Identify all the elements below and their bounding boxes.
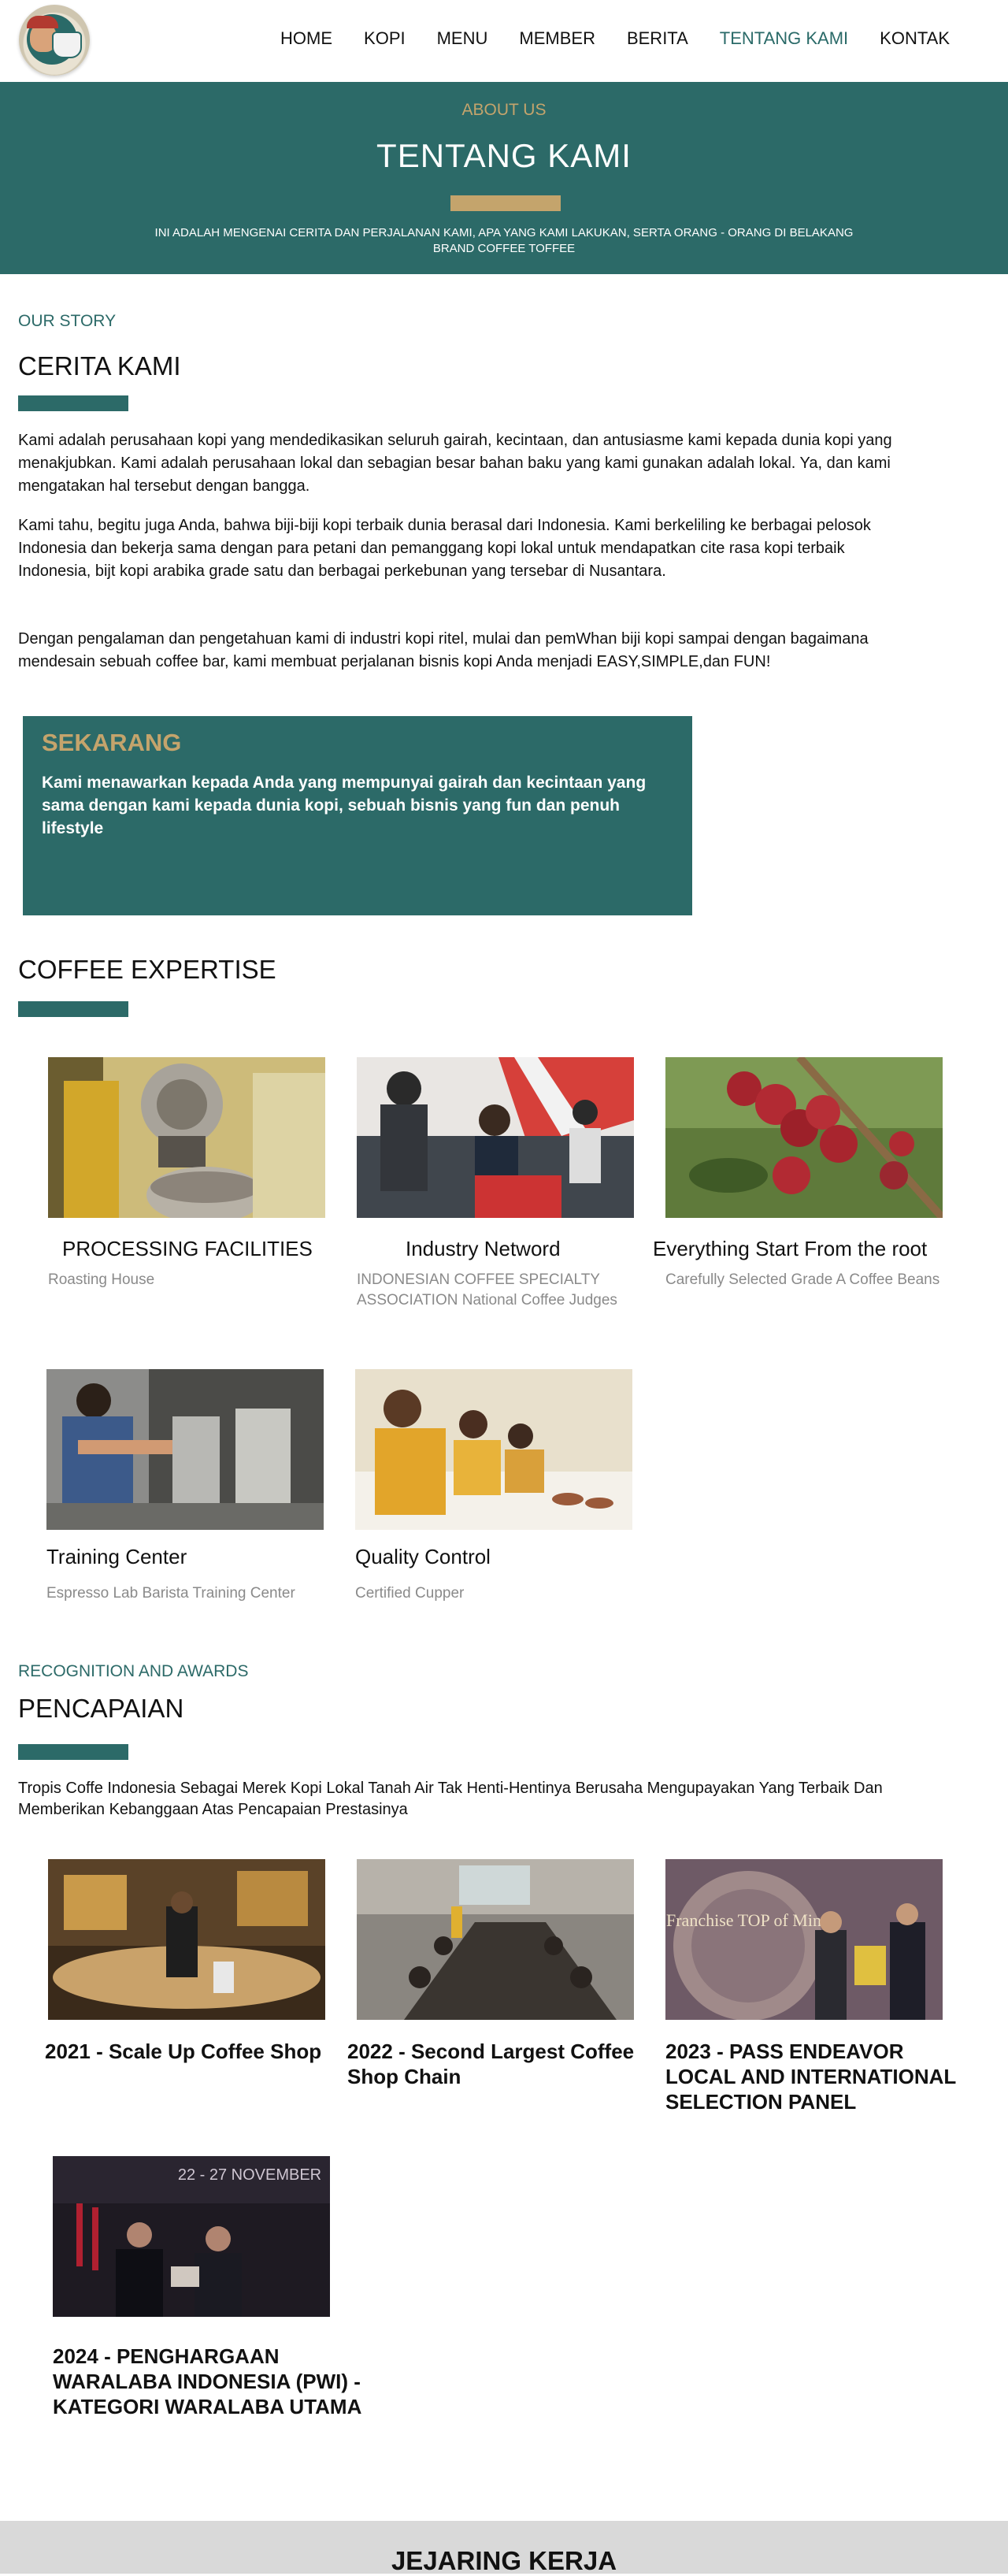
- nav-kopi[interactable]: KOPI: [348, 28, 421, 49]
- awards-eyebrow: RECOGNITION AND AWARDS: [18, 1662, 249, 1680]
- highlight-text: Kami menawarkan kepada Anda yang mempuny…: [42, 774, 647, 837]
- award-2024-image: 22 - 27 NOVEMBER: [53, 2156, 330, 2317]
- expertise-card-1-title: PROCESSING FACILITIES: [62, 1237, 313, 1260]
- story-paragraph-3: Dengan pengalaman dan pengetahuan kami d…: [18, 630, 869, 670]
- award-2-title: 2022 - Second Largest Coffee Shop Chain: [347, 2040, 635, 2088]
- hero-divider: [450, 195, 561, 211]
- nav-berita[interactable]: BERITA: [611, 28, 704, 49]
- hero-title: TENTANG KAMI: [376, 137, 632, 174]
- hero-eyebrow: ABOUT US: [461, 101, 547, 119]
- award-3-title: 2023 - PASS ENDEAVOR LOCAL AND INTERNATI…: [665, 2040, 956, 2114]
- story-divider: [18, 395, 128, 411]
- expertise-card-1-subtitle: Roasting House: [48, 1271, 155, 1288]
- industry-network-image: [357, 1057, 634, 1218]
- award-2022-image: [357, 1859, 634, 2020]
- story-eyebrow: OUR STORY: [18, 312, 117, 330]
- expertise-title: COFFEE EXPERTISE: [18, 955, 276, 984]
- expertise-divider: [18, 1001, 128, 1017]
- training-center-image: [46, 1369, 324, 1530]
- expertise-card-2-title: Industry Netword: [406, 1237, 561, 1260]
- nav-home[interactable]: HOME: [265, 28, 348, 49]
- expertise-card-3-title: Everything Start From the root: [653, 1237, 928, 1260]
- brand-logo[interactable]: [19, 5, 90, 76]
- highlight-title: SEKARANG: [42, 729, 182, 756]
- coffee-cherries-image: [665, 1057, 943, 1218]
- expertise-card-5-subtitle: Certified Cupper: [355, 1585, 465, 1602]
- franchise-text: Franchise TOP of Mind: [666, 1910, 830, 1930]
- expertise-card-4-title: Training Center: [46, 1545, 187, 1568]
- story-paragraph-1: Kami adalah perusahaan kopi yang mendedi…: [18, 432, 892, 495]
- awards-intro: Tropis Coffe Indonesia Sebagai Merek Kop…: [18, 1780, 883, 1818]
- expertise-card-4-subtitle: Espresso Lab Barista Training Center: [46, 1585, 295, 1602]
- awards-title: PENCAPAIAN: [18, 1694, 184, 1723]
- award-4-title: 2024 - PENGHARGAAN WARALABA INDONESIA (P…: [53, 2344, 362, 2418]
- award-1-title: 2021 - Scale Up Coffee Shop: [45, 2040, 322, 2063]
- expertise-card-5-title: Quality Control: [355, 1545, 491, 1568]
- awards-divider: [18, 1744, 128, 1760]
- nav-member[interactable]: MEMBER: [503, 28, 611, 49]
- expertise-card-2-subtitle: INDONESIAN COFFEE SPECIALTY ASSOCIATION …: [357, 1271, 617, 1308]
- expertise-card-3-subtitle: Carefully Selected Grade A Coffee Beans: [665, 1271, 940, 1288]
- quality-control-image: [355, 1369, 632, 1530]
- site-header: HOME KOPI MENU MEMBER BERITA TENTANG KAM…: [0, 0, 1008, 82]
- event-banner-text: 22 - 27 NOVEMBER: [178, 2166, 321, 2184]
- network-title: JEJARING KERJA: [391, 2546, 617, 2575]
- nav-kontak[interactable]: KONTAK: [864, 28, 965, 49]
- hero-description: INI ADALAH MENGENAI CERITA DAN PERJALANA…: [154, 226, 854, 255]
- network-section: JEJARING KERJA: [0, 2521, 1008, 2575]
- story-paragraph-2: Kami tahu, begitu juga Anda, bahwa biji-…: [18, 517, 871, 580]
- roasting-house-image: [48, 1057, 325, 1218]
- logo-cup: [52, 32, 82, 58]
- award-2021-image: [48, 1859, 325, 2020]
- logo-cap: [27, 16, 58, 28]
- highlight-box: SEKARANG Kami menawarkan kepada Anda yan…: [23, 716, 692, 915]
- award-2023-image: Franchise TOP of Mind: [665, 1859, 943, 2020]
- story-title: CERITA KAMI: [18, 351, 181, 380]
- hero-banner: ABOUT US TENTANG KAMI INI ADALAH MENGENA…: [0, 82, 1008, 274]
- nav-tentang-kami[interactable]: TENTANG KAMI: [704, 28, 864, 49]
- main-nav: HOME KOPI MENU MEMBER BERITA TENTANG KAM…: [265, 28, 965, 49]
- nav-menu[interactable]: MENU: [421, 28, 504, 49]
